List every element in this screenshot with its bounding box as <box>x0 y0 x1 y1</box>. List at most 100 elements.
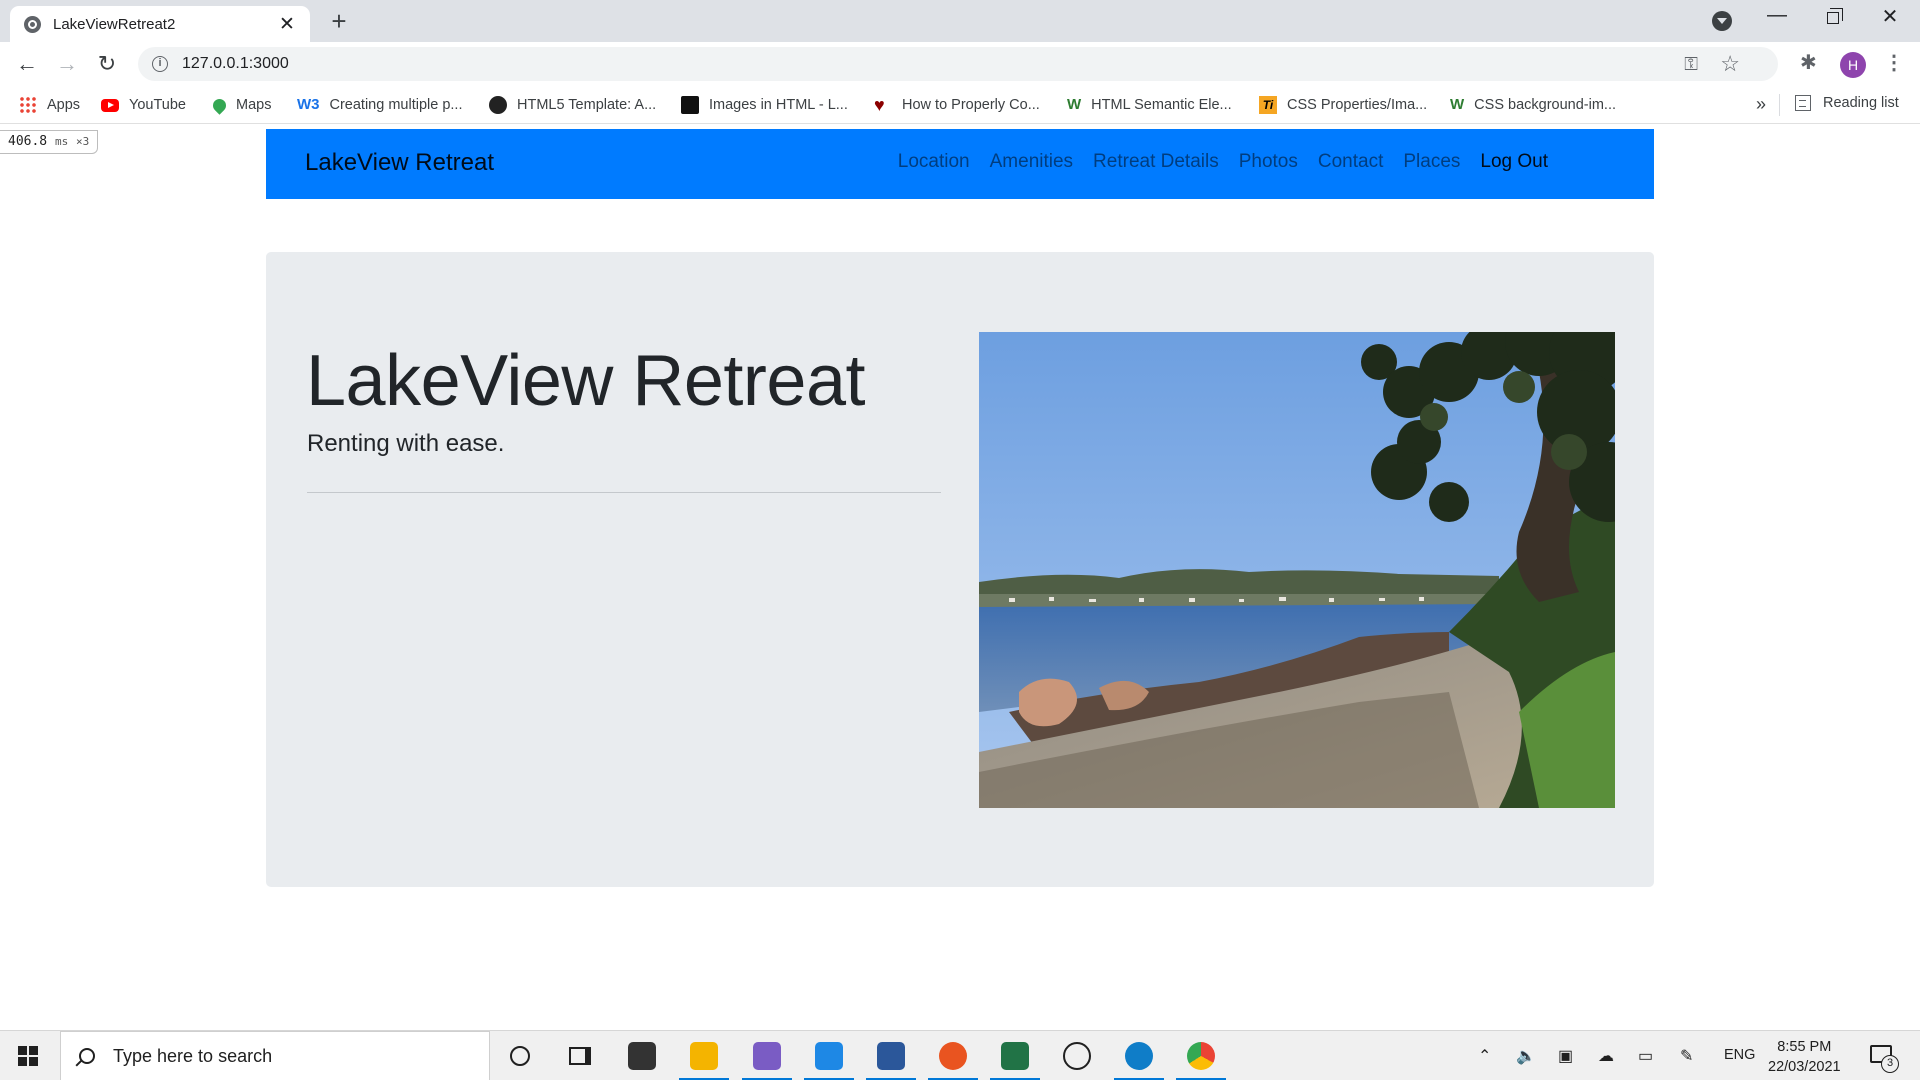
bookmark-css-properties[interactable]: Ti CSS Properties/Ima... <box>1259 95 1427 115</box>
nav-link-retreat-details[interactable]: Retreat Details <box>1083 151 1229 173</box>
edge-icon[interactable] <box>1114 1039 1164 1080</box>
tray-chevron-up-icon[interactable]: ⌃ <box>1478 1046 1491 1066</box>
forward-arrow-icon[interactable]: → <box>53 50 81 78</box>
bookmark-creating-multiple[interactable]: W3 Creating multiple p... <box>297 95 462 115</box>
bookmark-label: CSS background-im... <box>1474 97 1617 113</box>
vscode-icon[interactable] <box>804 1039 854 1080</box>
bookmark-apps[interactable]: Apps <box>19 95 80 115</box>
windows-taskbar: Type here to search ⌃ 🔈 ▣ ☁ ▭ ✎ ENG 8:55… <box>0 1030 1920 1080</box>
bookmark-label: HTML Semantic Ele... <box>1091 97 1232 113</box>
perf-value: 406.8 <box>8 134 48 149</box>
navbar-links: Location Amenities Retreat Details Photo… <box>888 151 1558 173</box>
minimize-window-button[interactable]: — <box>1762 4 1792 27</box>
notification-count-badge: 3 <box>1881 1055 1899 1073</box>
sitepoint-icon <box>489 96 507 114</box>
bookmark-css-background[interactable]: W CSS background-im... <box>1450 95 1616 115</box>
tutorialspoint-icon: Ti <box>1259 96 1277 114</box>
apps-grid-icon <box>19 96 37 114</box>
bookmark-label: CSS Properties/Ima... <box>1287 97 1428 113</box>
nav-link-log-out[interactable]: Log Out <box>1470 151 1558 173</box>
globe-icon <box>24 15 41 33</box>
volume-icon[interactable]: 🔈 <box>1516 1046 1536 1066</box>
new-tab-button[interactable]: + <box>325 8 353 34</box>
excel-icon[interactable] <box>990 1039 1040 1080</box>
lake-photo-illustration <box>979 332 1615 808</box>
bookmark-youtube[interactable]: YouTube <box>101 95 186 115</box>
pen-icon[interactable]: ✎ <box>1680 1046 1693 1066</box>
restore-window-button[interactable] <box>1818 4 1848 30</box>
word-icon[interactable] <box>866 1039 916 1080</box>
perf-timing-badge: 406.8 ms ×3 <box>0 130 99 154</box>
onedrive-icon[interactable]: ☁ <box>1598 1046 1614 1066</box>
cortana-icon[interactable] <box>503 1039 537 1073</box>
site-navbar: LakeView Retreat Location Amenities Retr… <box>266 129 1654 199</box>
meet-now-icon[interactable]: ▣ <box>1558 1046 1573 1066</box>
maps-pin-icon <box>210 95 229 115</box>
close-tab-icon[interactable]: ✕ <box>276 13 298 36</box>
reload-icon[interactable]: ↻ <box>93 50 121 78</box>
lake-photo <box>979 332 1615 808</box>
taskbar-search-box[interactable]: Type here to search <box>60 1031 490 1080</box>
taskbar-search-placeholder: Type here to search <box>113 1045 273 1066</box>
bookmark-label: HTML5 Template: A... <box>517 97 657 113</box>
bookmark-maps[interactable]: Maps <box>210 95 272 115</box>
browser-tab[interactable]: LakeViewRetreat2 ✕ <box>10 6 310 42</box>
w3schools-icon: W3 <box>297 96 320 113</box>
file-explorer-icon[interactable] <box>679 1039 729 1080</box>
video-editor-icon[interactable] <box>742 1039 792 1080</box>
hero-divider <box>307 492 941 493</box>
bookmark-how-to-properly[interactable]: ♥ How to Properly Co... <box>874 95 1040 115</box>
taskbar-clock[interactable]: 8:55 PM 22/03/2021 <box>1768 1037 1841 1077</box>
smiley-app-icon[interactable] <box>1060 1039 1094 1073</box>
nav-link-location[interactable]: Location <box>888 151 980 173</box>
perf-unit: ms <box>54 135 69 148</box>
bookmarks-divider <box>1779 94 1780 116</box>
navbar-brand[interactable]: LakeView Retreat <box>305 149 494 177</box>
bookmark-html5-template[interactable]: HTML5 Template: A... <box>489 95 656 115</box>
bookmarks-overflow-chevron-icon[interactable]: » <box>1756 94 1766 115</box>
youtube-icon <box>101 98 119 112</box>
reading-list-label: Reading list <box>1823 95 1899 111</box>
browser-toolbar: ← → ↻ i 127.0.0.1:3000 ⚿ ☆ <box>0 42 1920 86</box>
bookmarks-bar: Apps YouTube Maps W3 Creating multiple p… <box>0 86 1920 124</box>
browser-menu-icon[interactable]: ⋮ <box>1884 50 1904 75</box>
tab-title: LakeViewRetreat2 <box>53 15 176 33</box>
bookmark-label: YouTube <box>129 97 186 113</box>
search-icon <box>79 1048 95 1064</box>
reading-list-icon <box>1795 95 1811 111</box>
ubuntu-icon[interactable] <box>928 1039 978 1080</box>
close-window-button[interactable]: ✕ <box>1875 4 1905 29</box>
tab-search-icon[interactable] <box>1712 11 1732 31</box>
language-indicator[interactable]: ENG <box>1724 1047 1755 1063</box>
store-icon[interactable] <box>625 1039 659 1073</box>
nav-link-photos[interactable]: Photos <box>1229 151 1308 173</box>
nav-link-contact[interactable]: Contact <box>1308 151 1393 173</box>
nav-link-places[interactable]: Places <box>1393 151 1470 173</box>
perf-multiplier: ×3 <box>76 135 90 148</box>
w3schools-green-icon: W <box>1067 96 1082 113</box>
extensions-puzzle-icon[interactable]: ✱ <box>1800 50 1817 75</box>
windows-start-icon[interactable] <box>18 1046 38 1066</box>
monitor-icon[interactable]: ▭ <box>1638 1046 1653 1066</box>
bookmark-label: Maps <box>236 97 272 113</box>
clock-date: 22/03/2021 <box>1768 1059 1841 1075</box>
w3schools-green-icon: W <box>1450 96 1465 113</box>
bookmark-images-in-html[interactable]: Images in HTML - L... <box>681 95 848 115</box>
site-info-icon[interactable]: i <box>152 56 168 72</box>
mdn-icon <box>681 96 699 114</box>
task-view-icon[interactable] <box>563 1039 597 1073</box>
address-url[interactable]: 127.0.0.1:3000 <box>182 55 289 73</box>
heart-icon: ♥ <box>874 95 885 115</box>
nav-link-amenities[interactable]: Amenities <box>980 151 1083 173</box>
back-arrow-icon[interactable]: ← <box>13 50 41 78</box>
key-icon[interactable]: ⚿ <box>1684 54 1698 75</box>
profile-avatar[interactable]: H <box>1840 52 1866 78</box>
bookmark-star-icon[interactable]: ☆ <box>1720 51 1740 77</box>
address-bar[interactable]: i 127.0.0.1:3000 ⚿ ☆ <box>138 47 1778 81</box>
chrome-icon[interactable] <box>1176 1039 1226 1080</box>
reading-list-button[interactable]: Reading list <box>1795 95 1899 111</box>
bookmark-label: Images in HTML - L... <box>709 97 848 113</box>
bookmark-label: How to Properly Co... <box>902 97 1040 113</box>
hero-lead: Renting with ease. <box>307 430 505 457</box>
bookmark-html-semantic[interactable]: W HTML Semantic Ele... <box>1067 95 1232 115</box>
